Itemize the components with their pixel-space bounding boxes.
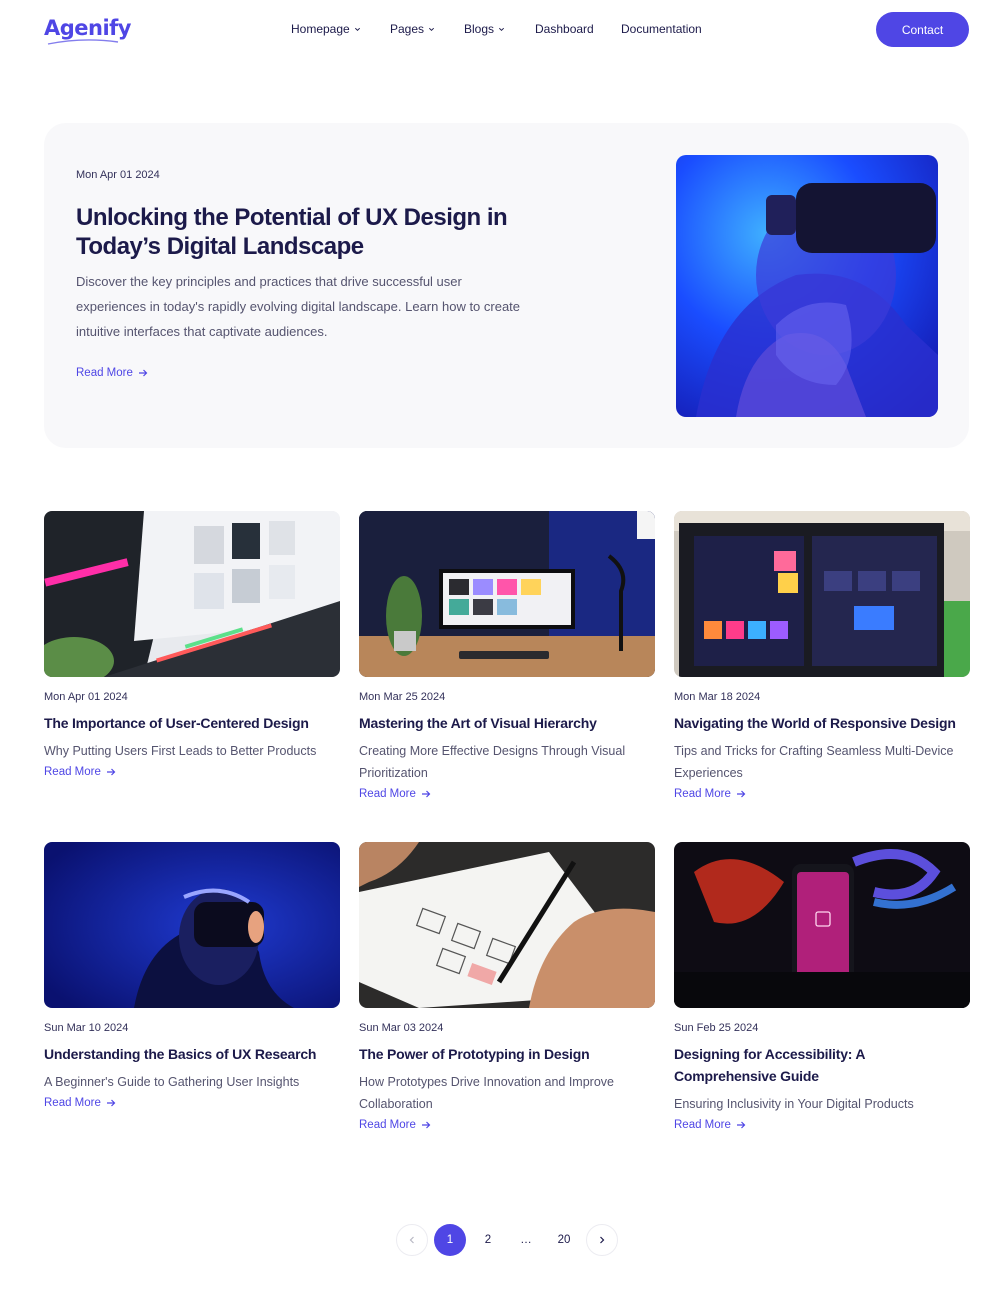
main-nav: Homepage Pages Blogs Dashboard Documenta… xyxy=(291,22,702,36)
post-card: Mon Mar 25 2024 Mastering the Art of Vis… xyxy=(359,511,655,802)
read-more-label: Read More xyxy=(44,766,101,778)
arrow-right-icon xyxy=(421,790,431,798)
featured-post: Mon Apr 01 2024 Unlocking the Potential … xyxy=(44,123,969,448)
arrow-right-icon xyxy=(736,790,746,798)
nav-documentation-label: Documentation xyxy=(621,22,702,36)
post-card: Sun Mar 03 2024 The Power of Prototyping… xyxy=(359,842,655,1133)
post-title[interactable]: The Importance of User-Centered Design xyxy=(44,712,340,734)
read-more-label: Read More xyxy=(674,1119,731,1131)
featured-post-date: Mon Apr 01 2024 xyxy=(76,169,160,181)
post-card: Sun Mar 10 2024 Understanding the Basics… xyxy=(44,842,340,1111)
read-more-label: Read More xyxy=(44,1097,101,1109)
page-button-1[interactable]: 1 xyxy=(434,1224,466,1256)
post-title[interactable]: Mastering the Art of Visual Hierarchy xyxy=(359,712,655,734)
nav-dashboard-label: Dashboard xyxy=(535,22,594,36)
nav-homepage[interactable]: Homepage xyxy=(291,22,390,36)
post-subtitle: Creating More Effective Designs Through … xyxy=(359,744,626,780)
read-more-link[interactable]: Read More xyxy=(44,1097,116,1109)
page-ellipsis: … xyxy=(520,1234,532,1246)
post-subtitle: Why Putting Users First Leads to Better … xyxy=(44,744,317,758)
post-card: Sun Feb 25 2024 Designing for Accessibil… xyxy=(674,842,970,1133)
nav-blogs-label: Blogs xyxy=(464,22,495,36)
post-subtitle: Tips and Tricks for Crafting Seamless Mu… xyxy=(674,744,954,780)
page-button-20[interactable]: 20 xyxy=(548,1224,580,1256)
read-more-link[interactable]: Read More xyxy=(44,766,116,778)
post-subtitle: How Prototypes Drive Innovation and Impr… xyxy=(359,1075,614,1111)
post-date: Sun Mar 03 2024 xyxy=(359,1022,444,1034)
post-card: Mon Apr 01 2024 The Importance of User-C… xyxy=(44,511,340,780)
featured-read-more-link[interactable]: Read More xyxy=(76,367,148,379)
post-title[interactable]: Navigating the World of Responsive Desig… xyxy=(674,712,970,734)
nav-dashboard[interactable]: Dashboard xyxy=(535,22,621,36)
arrow-right-icon xyxy=(736,1121,746,1129)
chevron-right-icon xyxy=(600,1236,605,1244)
post-subtitle: A Beginner's Guide to Gathering User Ins… xyxy=(44,1075,300,1089)
post-subtitle: Ensuring Inclusivity in Your Digital Pro… xyxy=(674,1097,914,1111)
post-date: Sun Mar 10 2024 xyxy=(44,1022,129,1034)
site-header: Agenify Homepage Pages Blogs Dashboard D… xyxy=(0,0,1000,60)
post-title[interactable]: Designing for Accessibility: A Comprehen… xyxy=(674,1043,970,1087)
nav-pages-label: Pages xyxy=(390,22,425,36)
post-card-image[interactable] xyxy=(359,511,655,677)
post-card-image[interactable] xyxy=(359,842,655,1008)
chevron-down-icon xyxy=(499,27,505,31)
chevron-left-icon xyxy=(409,1236,414,1244)
post-title[interactable]: The Power of Prototyping in Design xyxy=(359,1043,655,1065)
previous-page-button[interactable] xyxy=(396,1224,428,1256)
arrow-right-icon xyxy=(106,768,116,776)
post-date: Mon Apr 01 2024 xyxy=(44,691,128,703)
chevron-down-icon xyxy=(429,27,435,31)
read-more-link[interactable]: Read More xyxy=(674,788,746,800)
read-more-label: Read More xyxy=(359,788,416,800)
post-title[interactable]: Understanding the Basics of UX Research xyxy=(44,1043,340,1065)
pagination: 1 2 … 20 xyxy=(396,1224,624,1256)
post-card-image[interactable] xyxy=(674,842,970,1008)
arrow-right-icon xyxy=(421,1121,431,1129)
post-card: Mon Mar 18 2024 Navigating the World of … xyxy=(674,511,970,802)
arrow-right-icon xyxy=(106,1099,116,1107)
nav-blogs[interactable]: Blogs xyxy=(464,22,535,36)
post-date: Mon Mar 25 2024 xyxy=(359,691,446,703)
logo-swoosh-icon xyxy=(47,39,119,45)
post-date: Sun Feb 25 2024 xyxy=(674,1022,759,1034)
read-more-link[interactable]: Read More xyxy=(674,1119,746,1131)
page-button-2[interactable]: 2 xyxy=(472,1224,504,1256)
arrow-right-icon xyxy=(138,369,148,377)
next-page-button[interactable] xyxy=(586,1224,618,1256)
logo[interactable]: Agenify xyxy=(44,16,132,40)
featured-post-image[interactable] xyxy=(676,155,938,417)
read-more-label: Read More xyxy=(76,367,133,379)
read-more-label: Read More xyxy=(359,1119,416,1131)
chevron-down-icon xyxy=(354,27,360,31)
nav-homepage-label: Homepage xyxy=(291,22,350,36)
nav-pages[interactable]: Pages xyxy=(390,22,464,36)
post-date: Mon Mar 18 2024 xyxy=(674,691,761,703)
contact-button[interactable]: Contact xyxy=(876,12,969,47)
featured-post-title[interactable]: Unlocking the Potential of UX Design in … xyxy=(76,203,546,261)
read-more-link[interactable]: Read More xyxy=(359,1119,431,1131)
featured-post-description: Discover the key principles and practice… xyxy=(76,274,521,339)
nav-documentation[interactable]: Documentation xyxy=(621,22,702,36)
read-more-label: Read More xyxy=(674,788,731,800)
post-card-image[interactable] xyxy=(44,511,340,677)
post-card-image[interactable] xyxy=(44,842,340,1008)
read-more-link[interactable]: Read More xyxy=(359,788,431,800)
post-card-image[interactable] xyxy=(674,511,970,677)
